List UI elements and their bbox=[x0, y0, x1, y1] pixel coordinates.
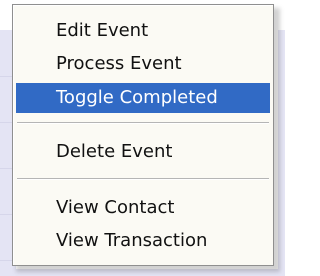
menu-item-view-transaction[interactable]: View Transaction bbox=[16, 226, 270, 256]
menu-item-process-event[interactable]: Process Event bbox=[16, 49, 270, 79]
menu-separator bbox=[17, 178, 269, 180]
context-menu: Edit Event Process Event Toggle Complete… bbox=[12, 4, 274, 266]
menu-item-edit-event[interactable]: Edit Event bbox=[16, 16, 270, 46]
menu-separator bbox=[17, 122, 269, 124]
menu-item-toggle-completed[interactable]: Toggle Completed bbox=[16, 83, 270, 113]
menu-item-view-contact[interactable]: View Contact bbox=[16, 193, 270, 223]
menu-item-delete-event[interactable]: Delete Event bbox=[16, 137, 270, 167]
